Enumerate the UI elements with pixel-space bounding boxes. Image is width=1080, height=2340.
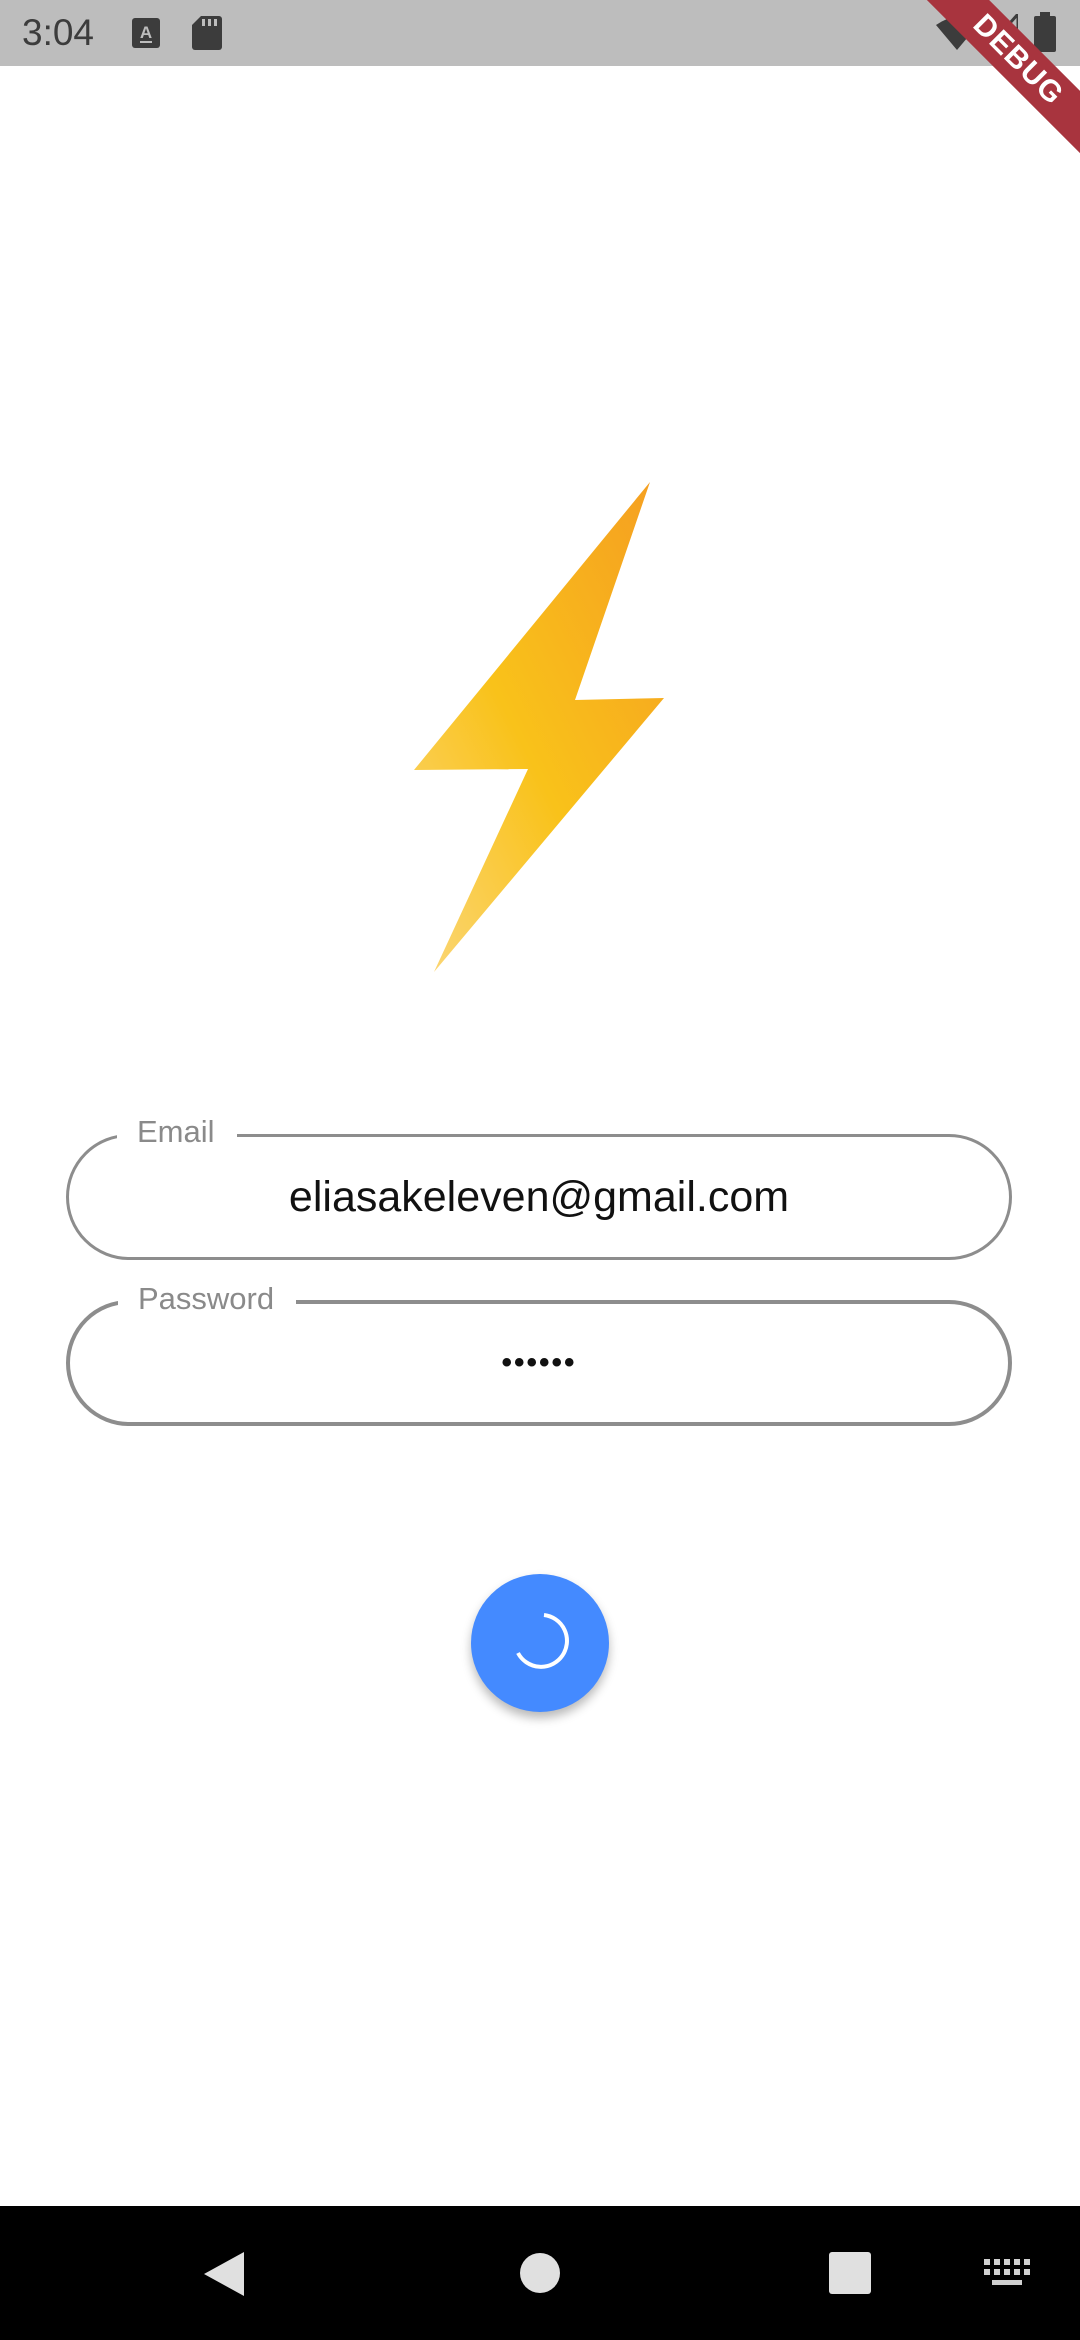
navigation-bar	[0, 2206, 1080, 2340]
sd-card-icon	[192, 16, 222, 55]
status-time: 3:04	[22, 12, 95, 53]
email-input[interactable]: eliasakeleven@gmail.com	[69, 1137, 1009, 1257]
password-value: ••••••	[501, 1346, 577, 1379]
password-input[interactable]: ••••••	[70, 1304, 1008, 1422]
keyboard-icon[interactable]	[984, 2259, 1030, 2292]
home-icon[interactable]	[519, 2252, 561, 2299]
recents-icon[interactable]	[829, 2252, 871, 2299]
debug-banner: DEBUG	[900, 0, 1080, 180]
svg-text:A: A	[140, 23, 152, 42]
spinner-icon	[504, 1605, 576, 1682]
keyboard-a-icon: A	[132, 18, 160, 53]
email-field[interactable]: Email eliasakeleven@gmail.com	[66, 1109, 1012, 1260]
back-icon[interactable]	[202, 2250, 246, 2303]
submit-button[interactable]	[471, 1574, 609, 1712]
debug-banner-label: DEBUG	[910, 0, 1080, 168]
password-field[interactable]: Password ••••••	[66, 1276, 1012, 1426]
lightning-bolt-icon	[410, 478, 670, 974]
